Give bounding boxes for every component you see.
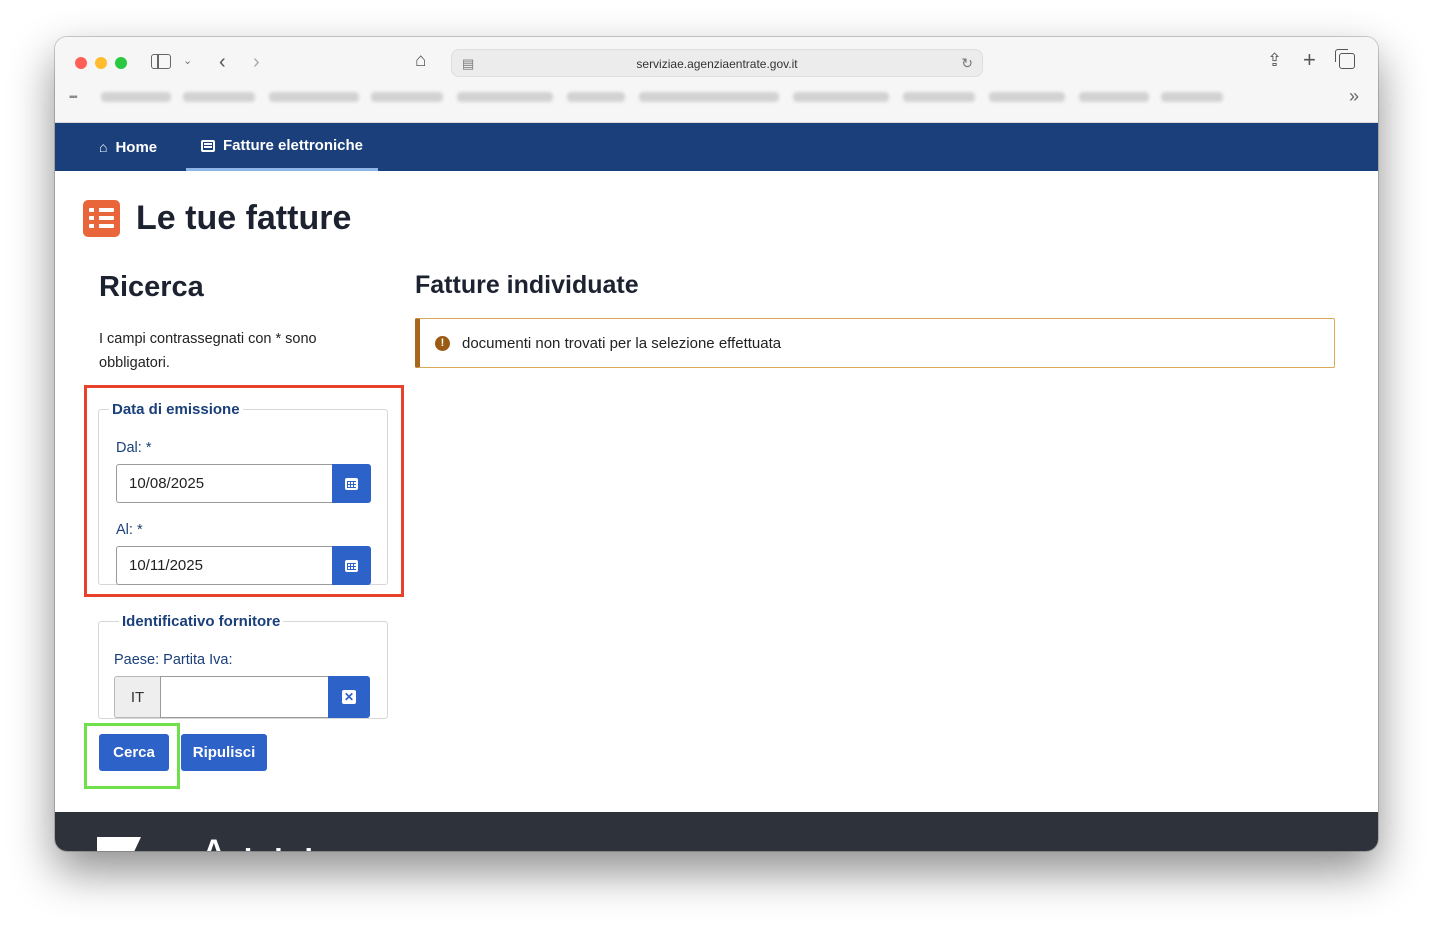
to-date-calendar-button[interactable] — [332, 546, 371, 585]
forward-arrow-icon[interactable]: › — [253, 52, 260, 72]
reload-icon[interactable]: ↻ — [961, 55, 973, 72]
reset-button[interactable]: Ripulisci — [181, 734, 267, 771]
from-date-calendar-button[interactable] — [332, 464, 371, 503]
address-url: serviziae.agenziaentrate.gov.it — [636, 57, 798, 71]
site-navbar: ⌂ Home Fatture elettroniche — [55, 123, 1378, 171]
agency-logo — [97, 837, 141, 851]
vat-control: IT ✕ — [114, 676, 370, 718]
bookmark-item[interactable] — [269, 92, 359, 102]
search-panel: Ricerca I campi contrassegnati con * son… — [99, 271, 399, 371]
issue-date-legend: Data di emissione — [112, 401, 240, 418]
close-window-button[interactable] — [75, 57, 87, 69]
supplier-id-legend: Identificativo fornitore — [122, 613, 281, 630]
list-icon — [83, 200, 120, 237]
bookmark-item[interactable] — [101, 92, 171, 102]
tab-overview-icon[interactable] — [1335, 49, 1355, 69]
search-button[interactable]: Cerca — [99, 734, 169, 771]
from-date-input[interactable] — [116, 464, 332, 503]
browser-toolbar: ⌄ ‹ › ⌂ ▤ serviziae.agenziaentrate.gov.i… — [55, 37, 1378, 123]
no-results-alert: ! documenti non trovati per la selezione… — [415, 318, 1335, 368]
country-vat-label: Paese: Partita Iva: — [114, 652, 233, 668]
footer-logo-text: A · · · — [203, 838, 321, 851]
supplier-id-group: Identificativo fornitore Paese: Partita … — [98, 613, 388, 719]
issue-date-group: Data di emissione Dal: * Al: * — [98, 401, 388, 585]
country-code: IT — [114, 676, 160, 718]
to-date-input[interactable] — [116, 546, 332, 585]
back-arrow-icon[interactable]: ‹ — [219, 52, 226, 72]
browser-window: ⌄ ‹ › ⌂ ▤ serviziae.agenziaentrate.gov.i… — [55, 37, 1378, 851]
exclamation-icon: ! — [435, 335, 450, 351]
site-footer: A · · · — [55, 812, 1378, 851]
page-title: Le tue fatture — [136, 199, 352, 237]
search-heading: Ricerca — [99, 271, 204, 303]
chevron-down-icon[interactable]: ⌄ — [183, 56, 192, 67]
home-icon: ⌂ — [99, 139, 108, 155]
nav-home-label: Home — [115, 138, 158, 156]
results-heading: Fatture individuate — [415, 271, 639, 299]
minimize-window-button[interactable] — [95, 57, 107, 69]
to-date-control — [116, 546, 371, 585]
nav-fatture-elettroniche[interactable]: Fatture elettroniche — [186, 123, 379, 171]
bookmark-item[interactable] — [183, 92, 255, 102]
bookmark-item[interactable] — [1161, 92, 1223, 102]
bookmark-item[interactable] — [1079, 92, 1149, 102]
from-date-label: Dal: * — [116, 440, 152, 456]
chevron-double-right-icon[interactable]: » — [1349, 86, 1359, 107]
bookmark-item[interactable] — [989, 92, 1065, 102]
bookmark-item[interactable] — [567, 92, 625, 102]
sidebar-toggle-icon[interactable] — [151, 54, 171, 69]
bookmark-item[interactable] — [371, 92, 443, 102]
page-header: Le tue fatture — [83, 199, 351, 238]
bookmarks-bar: ▪▪▪ » — [69, 86, 1359, 106]
page-content: Le tue fatture Ricerca I campi contrasse… — [55, 171, 1378, 812]
bookmark-item[interactable] — [903, 92, 975, 102]
calendar-icon — [345, 559, 358, 572]
no-results-message: documenti non trovati per la selezione e… — [462, 334, 782, 352]
required-fields-note: I campi contrassegnati con * sono obblig… — [99, 331, 317, 371]
close-icon: ✕ — [342, 690, 356, 704]
from-date-control — [116, 464, 371, 503]
bookmark-item[interactable] — [793, 92, 889, 102]
share-icon[interactable]: ⇪ — [1267, 51, 1282, 69]
bookmark-item[interactable] — [639, 92, 779, 102]
bookmark-item[interactable] — [457, 92, 553, 102]
to-date-label: Al: * — [116, 522, 143, 538]
nav-fatture-label: Fatture elettroniche — [223, 137, 364, 154]
nav-home[interactable]: ⌂ Home — [84, 123, 172, 171]
home-icon[interactable]: ⌂ — [415, 51, 426, 70]
grid-icon[interactable]: ▪▪▪ — [69, 92, 78, 103]
list-icon — [201, 139, 215, 152]
new-tab-icon[interactable]: + — [1303, 49, 1316, 71]
address-bar[interactable]: ▤ serviziae.agenziaentrate.gov.it ↻ — [451, 49, 983, 77]
zoom-window-button[interactable] — [115, 57, 127, 69]
vat-number-input[interactable] — [160, 676, 328, 718]
calendar-icon — [345, 477, 358, 490]
clear-vat-button[interactable]: ✕ — [328, 676, 370, 718]
